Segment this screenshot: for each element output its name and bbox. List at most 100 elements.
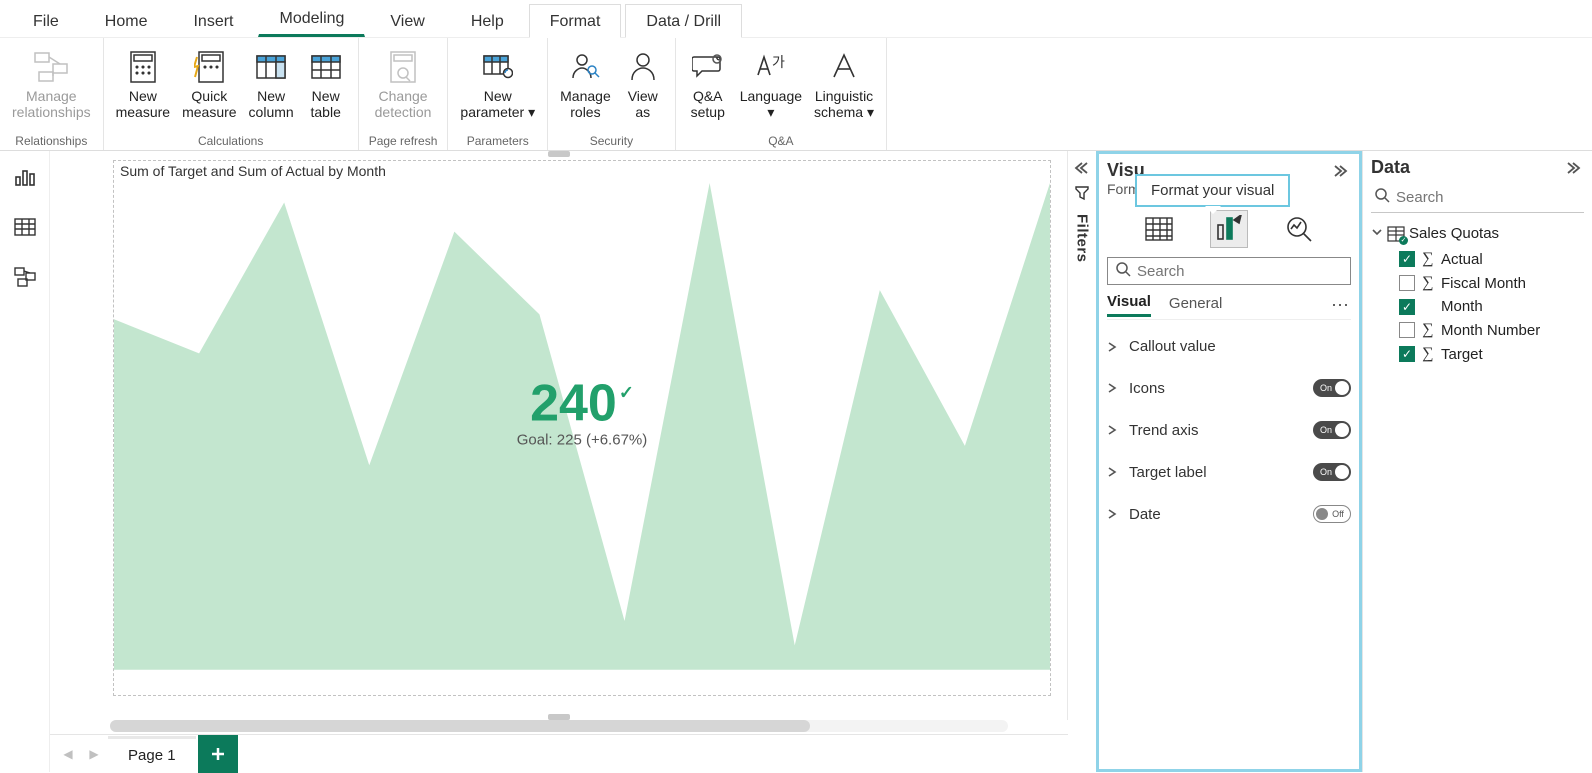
- checkbox[interactable]: ✓: [1399, 346, 1415, 362]
- button-label: New table: [311, 88, 341, 120]
- fields-search-input[interactable]: [1396, 189, 1592, 206]
- new-parameter-button[interactable]: New parameter ▾: [454, 46, 541, 122]
- field-row[interactable]: ∑Month Number: [1399, 321, 1584, 339]
- field-name: Fiscal Month: [1441, 275, 1526, 292]
- table-icon: ✓: [1387, 226, 1405, 242]
- checkbox[interactable]: ✓: [1399, 299, 1415, 315]
- ribbon-group-label: Q&A: [764, 134, 797, 150]
- filters-collapsed-pane[interactable]: Filters: [1068, 151, 1096, 772]
- change-detection-icon: [384, 48, 422, 86]
- expand-left-icon[interactable]: [1073, 161, 1091, 175]
- plus-icon: [210, 746, 226, 762]
- format-tab-general[interactable]: General: [1169, 295, 1222, 316]
- button-label: Manage relationships: [12, 88, 91, 120]
- format-section-row[interactable]: Trend axisOn: [1107, 409, 1351, 451]
- qa-setup-button[interactable]: Q&A setup: [682, 46, 734, 122]
- manage-relationships-button[interactable]: Manage relationships: [6, 46, 97, 122]
- sigma-icon: ∑: [1421, 274, 1435, 292]
- button-label: Language▾: [740, 88, 802, 120]
- ribbon-group-parameters: New parameter ▾ Parameters: [448, 38, 548, 150]
- visualizations-pane: Visualizations Format your visual Format…: [1096, 151, 1362, 772]
- new-table-button[interactable]: New table: [300, 46, 352, 122]
- canvas-horizontal-scrollbar[interactable]: [110, 720, 1008, 732]
- caret-down-icon: ▾: [528, 104, 535, 120]
- fields-list: ✓∑Actual ∑ Fiscal Month ✓Month ∑Month Number…: [1371, 250, 1584, 363]
- field-name: Actual: [1441, 251, 1483, 268]
- button-label: New measure: [116, 88, 170, 120]
- format-tab-visual[interactable]: Visual: [1107, 293, 1151, 317]
- menu-tab-home[interactable]: Home: [84, 4, 169, 37]
- model-view-icon[interactable]: [7, 259, 43, 295]
- format-search-box[interactable]: [1107, 257, 1351, 285]
- field-row[interactable]: ✓∑Actual: [1399, 250, 1584, 268]
- checkbox[interactable]: [1399, 275, 1415, 291]
- menu-tab-view[interactable]: View: [369, 4, 445, 37]
- report-view-icon[interactable]: [7, 159, 43, 195]
- page-prev-arrow: ◀: [56, 742, 80, 766]
- view-as-button[interactable]: View as: [617, 46, 669, 122]
- field-row[interactable]: ✓Month: [1399, 298, 1584, 315]
- menu-tab-insert[interactable]: Insert: [172, 4, 254, 37]
- collapse-right-icon[interactable]: [1333, 164, 1351, 178]
- menu-tab-data-drill[interactable]: Data / Drill: [625, 4, 742, 38]
- schema-icon: [825, 48, 863, 86]
- canvas-surface[interactable]: Sum of Target and Sum of Actual by Month…: [50, 151, 1068, 720]
- more-options-icon[interactable]: ⋯: [1331, 295, 1351, 316]
- data-pane-title: Data: [1371, 157, 1410, 178]
- scrollbar-thumb[interactable]: [110, 720, 810, 732]
- ribbon-group-page-refresh: Change detection Page refresh: [359, 38, 449, 150]
- format-tabs: Visual General ⋯: [1107, 293, 1351, 320]
- format-visual-tooltip: Format your visual: [1135, 174, 1290, 207]
- format-section-label: Icons: [1129, 380, 1305, 397]
- build-visual-icon[interactable]: [1141, 211, 1177, 247]
- trend-axis-chart: 240 ✓ Goal: 225 (+6.67%): [114, 183, 1050, 695]
- data-view-icon[interactable]: [7, 209, 43, 245]
- button-label: Manage roles: [560, 88, 611, 120]
- format-section-row[interactable]: Icons On: [1107, 367, 1351, 409]
- new-measure-button[interactable]: New measure: [110, 46, 176, 122]
- toggle-switch[interactable]: On: [1313, 463, 1351, 481]
- analytics-icon[interactable]: [1281, 211, 1317, 247]
- collapse-right-icon[interactable]: [1566, 161, 1584, 175]
- toggle-switch[interactable]: On: [1313, 379, 1351, 397]
- ruler-handle-top[interactable]: [548, 151, 570, 157]
- new-column-button[interactable]: New column: [243, 46, 300, 122]
- ribbon-group-label: Calculations: [194, 134, 267, 150]
- table-node[interactable]: ✓ Sales Quotas: [1371, 223, 1584, 244]
- menu-tab-modeling[interactable]: Modeling: [258, 1, 365, 37]
- menu-tab-file[interactable]: File: [12, 4, 80, 37]
- field-name: Month Number: [1441, 322, 1540, 339]
- checkbox[interactable]: ✓: [1399, 251, 1415, 267]
- toggle-switch[interactable]: On: [1313, 421, 1351, 439]
- format-visual-icon[interactable]: [1211, 211, 1247, 247]
- field-name: Target: [1441, 346, 1483, 363]
- manage-roles-button[interactable]: Manage roles: [554, 46, 617, 122]
- language-button[interactable]: 가 Language▾: [734, 46, 808, 122]
- toggle-switch[interactable]: Off: [1313, 505, 1351, 523]
- format-section-row[interactable]: DateOff: [1107, 493, 1351, 535]
- button-label: New column: [249, 88, 294, 120]
- ribbon-group-relationships: Manage relationships Relationships: [0, 38, 104, 150]
- quick-measure-button[interactable]: Quick measure: [176, 46, 242, 122]
- field-row[interactable]: ✓∑Target: [1399, 345, 1584, 363]
- kpi-visual[interactable]: Sum of Target and Sum of Actual by Month…: [113, 160, 1051, 696]
- add-page-button[interactable]: [198, 735, 238, 773]
- change-detection-button[interactable]: Change detection: [369, 46, 438, 122]
- linguistic-schema-button[interactable]: Linguistic schema ▾: [808, 46, 880, 122]
- button-label: View as: [628, 88, 658, 120]
- kpi-value: 240 ✓: [530, 378, 634, 430]
- format-section-row[interactable]: Target labelOn: [1107, 451, 1351, 493]
- page-tab[interactable]: Page 1: [108, 736, 196, 772]
- checkbox[interactable]: [1399, 322, 1415, 338]
- fields-search-box[interactable]: [1371, 184, 1584, 213]
- ribbon-group-label: Relationships: [11, 134, 91, 150]
- table-name: Sales Quotas: [1409, 225, 1499, 242]
- caret-down-icon: ▾: [767, 104, 774, 120]
- format-search-input[interactable]: [1137, 263, 1342, 280]
- field-row[interactable]: ∑ Fiscal Month: [1399, 274, 1584, 292]
- menu-tab-format[interactable]: Format: [529, 4, 622, 38]
- calculator-icon: [124, 48, 162, 86]
- chevron-right-icon: [1107, 382, 1121, 394]
- menu-tab-help[interactable]: Help: [450, 4, 525, 37]
- format-section-row[interactable]: Callout value: [1107, 326, 1351, 367]
